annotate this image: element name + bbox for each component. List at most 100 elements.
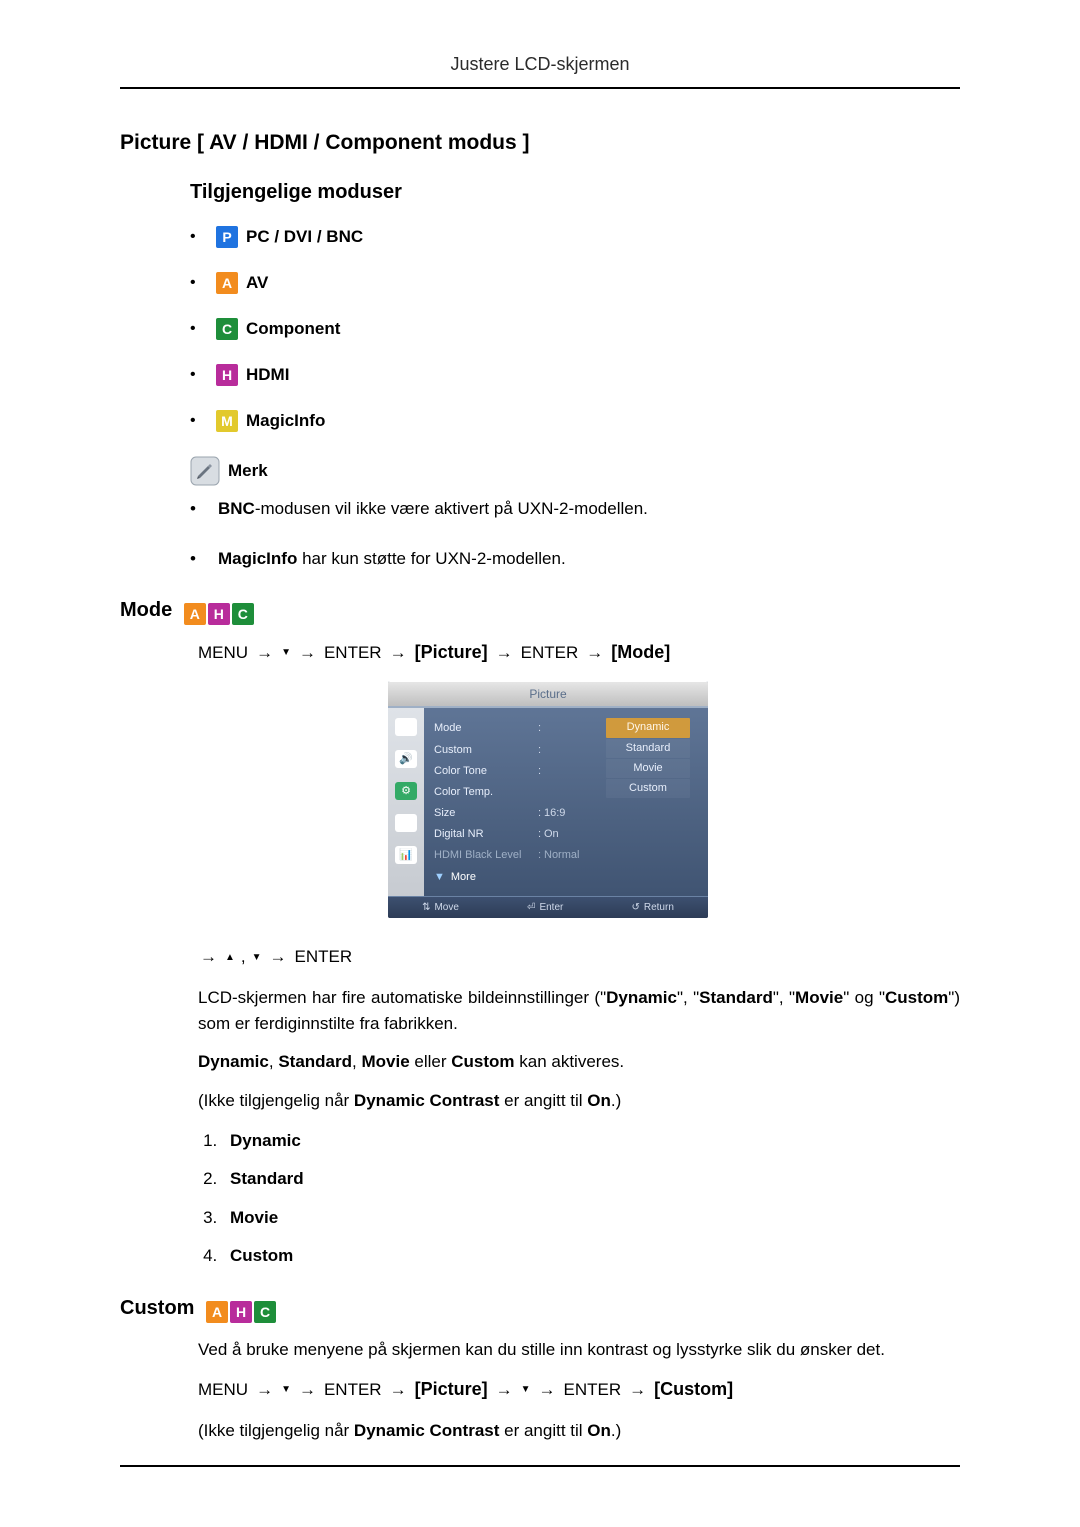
nav-path-3: MENU → ▼ → ENTER → [Picture] → ▼ → ENTER…	[198, 1376, 960, 1404]
list-item: Standard	[222, 1166, 960, 1192]
osd-return-hint: ↺Return	[631, 900, 673, 916]
bullet-dot: •	[190, 275, 216, 291]
list-item: Dynamic	[222, 1128, 960, 1154]
osd-title: Picture	[388, 681, 708, 709]
mode-item-av: • A AV	[190, 272, 960, 294]
kw-enter: ENTER	[324, 640, 382, 666]
osd-more-label: More	[451, 869, 476, 886]
osd-option: Movie	[606, 759, 690, 778]
arrow-right-icon: →	[496, 640, 513, 666]
list-item: Movie	[222, 1205, 960, 1231]
badge-p-icon: P	[216, 226, 238, 248]
mode-section-title: Mode A H C	[120, 599, 960, 625]
osd-multi-icon: ◎	[395, 814, 417, 832]
note-label: Merk	[228, 461, 268, 481]
note-bullets: • BNC-modusen vil ikke være aktivert på …	[190, 496, 960, 571]
mode-label: HDMI	[246, 365, 289, 385]
bullet-dot: •	[190, 367, 216, 383]
mode-label: MagicInfo	[246, 411, 325, 431]
bracket-picture: [Picture]	[415, 1376, 488, 1404]
osd-items: Mode : Custom : Color Tone : Color Tem	[424, 708, 708, 895]
body-text: Ved å bruke menyene på skjermen kan du s…	[198, 1337, 960, 1363]
modes-heading: Tilgjengelige moduser	[190, 181, 960, 204]
kw-enter: ENTER	[564, 1377, 622, 1403]
badge-c-icon: C	[232, 603, 254, 625]
nav-path-2: → ▲ , ▼ → ENTER	[198, 944, 960, 970]
mode-content: MENU → ▼ → ENTER → [Picture] → ENTER → […	[198, 639, 960, 1269]
mode-label: Component	[246, 319, 340, 339]
arrow-right-icon: →	[629, 1377, 646, 1403]
mode-item-magicinfo: • M MagicInfo	[190, 410, 960, 432]
osd-body: 🖼 🔊 ⚙ ◎ 📊 Mode : Custom :	[388, 708, 708, 895]
arrow-right-icon: →	[299, 640, 316, 666]
arrow-right-icon: →	[496, 1377, 513, 1403]
osd-option: Custom	[606, 779, 690, 798]
bullet-dot: •	[190, 413, 216, 429]
enter-key-icon: ⏎	[527, 900, 535, 916]
triangle-down-icon: ▼	[252, 953, 262, 963]
body-text: (Ikke tilgjengelig når Dynamic Contrast …	[198, 1418, 960, 1444]
triangle-down-icon: ▼	[434, 869, 445, 886]
badge-h-icon: H	[208, 603, 230, 625]
badge-m-icon: M	[216, 410, 238, 432]
note-item: • BNC-modusen vil ikke være aktivert på …	[190, 496, 960, 522]
osd-row-label: Digital NR	[434, 826, 538, 843]
bullet-dot: •	[190, 321, 216, 337]
osd-bottom-bar: ⇅Move ⏎Enter ↺Return	[388, 896, 708, 919]
osd-icon-column: 🖼 🔊 ⚙ ◎ 📊	[388, 708, 424, 895]
triangle-down-icon: ▼	[521, 1385, 531, 1395]
osd-row-label: Custom	[434, 742, 538, 759]
numbered-list: Dynamic Standard Movie Custom	[198, 1128, 960, 1269]
bracket-mode: [Mode]	[611, 639, 670, 667]
osd-setup-icon: ⚙	[395, 782, 417, 800]
arrow-right-icon: →	[539, 1377, 556, 1403]
osd-row: Digital NR : On	[424, 824, 708, 845]
arrow-right-icon: →	[270, 944, 287, 970]
osd-enter-hint: ⏎Enter	[527, 900, 563, 916]
osd-panel: Picture 🖼 🔊 ⚙ ◎ 📊 Mode :	[388, 681, 708, 918]
arrow-right-icon: →	[390, 1377, 407, 1403]
badge-a-icon: A	[184, 603, 206, 625]
nav-path-1: MENU → ▼ → ENTER → [Picture] → ENTER → […	[198, 639, 960, 667]
osd-row-value: 16:9	[544, 805, 565, 822]
kw-enter: ENTER	[521, 640, 579, 666]
kw-menu: MENU	[198, 640, 248, 666]
osd-row-label: Color Tone	[434, 763, 538, 780]
osd-more-row: ▼ More	[424, 866, 708, 892]
list-item: Custom	[222, 1243, 960, 1269]
document-page: Justere LCD-skjermen Picture [ AV / HDMI…	[0, 0, 1080, 1527]
custom-section-title: Custom A H C	[120, 1297, 960, 1323]
badge-h-icon: H	[230, 1301, 252, 1323]
badge-a-icon: A	[206, 1301, 228, 1323]
arrow-right-icon: →	[586, 640, 603, 666]
mode-label: AV	[246, 273, 268, 293]
bullet-dot: •	[190, 229, 216, 245]
custom-content: Ved å bruke menyene på skjermen kan du s…	[198, 1337, 960, 1444]
osd-info-icon: 📊	[395, 846, 417, 864]
osd-option-selected: Dynamic	[606, 718, 690, 737]
osd-row-label: Size	[434, 805, 538, 822]
section-title: Picture [ AV / HDMI / Component modus ]	[120, 131, 960, 155]
page-header: Justere LCD-skjermen	[120, 54, 960, 89]
arrow-right-icon: →	[390, 640, 407, 666]
kw-enter: ENTER	[324, 1377, 382, 1403]
osd-row-value: Normal	[544, 847, 579, 864]
page-header-title: Justere LCD-skjermen	[450, 54, 629, 74]
triangle-up-icon: ▲	[225, 953, 235, 963]
bullet-dot: •	[190, 546, 204, 572]
triangle-down-icon: ▼	[281, 648, 291, 658]
updown-icon: ⇅	[422, 900, 430, 916]
badge-h-icon: H	[216, 364, 238, 386]
footer-rule	[120, 1465, 960, 1467]
mode-item-pc: • P PC / DVI / BNC	[190, 226, 960, 248]
note-text: MagicInfo har kun støtte for UXN-2-model…	[218, 546, 566, 572]
body-text: (Ikke tilgjengelig når Dynamic Contrast …	[198, 1088, 960, 1114]
osd-row-label: Mode	[434, 720, 538, 737]
osd-row-label: Color Temp.	[434, 784, 538, 801]
badge-c-icon: C	[216, 318, 238, 340]
bracket-custom: [Custom]	[654, 1376, 733, 1404]
bullet-dot: •	[190, 496, 204, 522]
body-text: LCD-skjermen har fire automatiske bildei…	[198, 985, 960, 1038]
kw-menu: MENU	[198, 1377, 248, 1403]
note-item: • MagicInfo har kun støtte for UXN-2-mod…	[190, 546, 960, 572]
